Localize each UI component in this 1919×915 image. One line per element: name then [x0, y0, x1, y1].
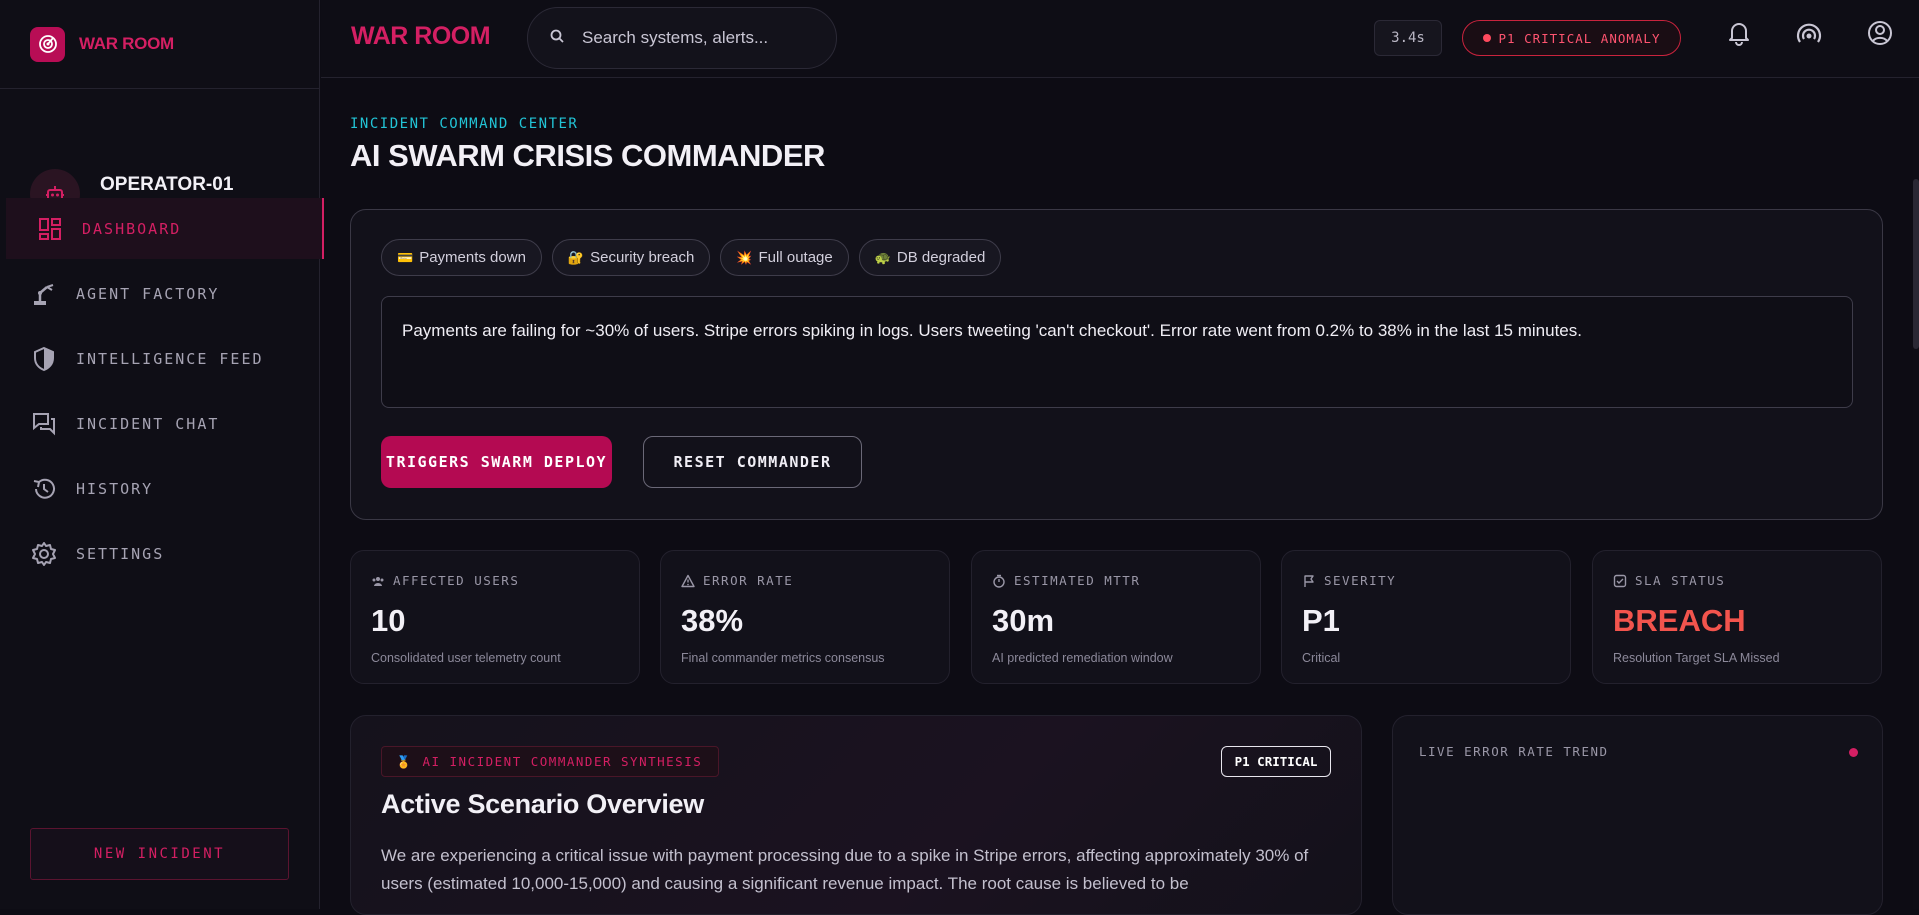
sidebar: WAR ROOM OPERATOR-01 SYSTEM ADMIN DASHBO…: [0, 0, 324, 909]
page-eyebrow: INCIDENT COMMAND CENTER: [350, 116, 579, 132]
synthesis-body: We are experiencing a critical issue wit…: [381, 846, 1309, 893]
search-placeholder: Search systems, alerts...: [582, 28, 769, 47]
live-indicator-icon: [1849, 748, 1858, 757]
stat-card-affected-users: AFFECTED USERS 10 Consolidated user tele…: [350, 550, 640, 684]
sidebar-item-label: SETTINGS: [76, 544, 165, 563]
critical-anomaly-label: P1 CRITICAL ANOMALY: [1498, 30, 1661, 46]
sidebar-item-label: INCIDENT CHAT: [76, 414, 220, 433]
incident-input-card: 💳 Payments down 🔐 Security breach 💥 Full…: [350, 209, 1883, 520]
search-icon: [550, 29, 564, 48]
stat-card-severity: SEVERITY P1 Critical: [1281, 550, 1571, 684]
stat-label: SEVERITY: [1324, 573, 1397, 588]
shield-icon: [30, 345, 58, 373]
broadcast-icon[interactable]: [1794, 18, 1824, 48]
account-icon[interactable]: [1865, 18, 1895, 48]
stat-value: 10: [371, 603, 406, 638]
brand-name: WAR ROOM: [79, 34, 174, 53]
operator-name: OPERATOR-01: [100, 173, 234, 195]
stat-card-error-rate: ERROR RATE 38% Final commander metrics c…: [660, 550, 950, 684]
sidebar-item-intelligence-feed[interactable]: INTELLIGENCE FEED: [0, 328, 320, 389]
chip-label: Security breach: [590, 249, 695, 266]
stat-subtext: Resolution Target SLA Missed: [1613, 651, 1780, 665]
live-error-rate-trend-card: LIVE ERROR RATE TREND: [1392, 715, 1883, 915]
stat-label: AFFECTED USERS: [393, 573, 520, 588]
synthesis-title: Active Scenario Overview: [381, 789, 704, 819]
warning-icon: [681, 574, 695, 588]
search-input[interactable]: Search systems, alerts...: [527, 7, 837, 69]
incident-description-textarea[interactable]: Payments are failing for ~30% of users. …: [381, 296, 1853, 408]
synthesis-tag: 🏅 AI INCIDENT COMMANDER SYNTHESIS: [381, 746, 720, 777]
sidebar-item-label: INTELLIGENCE FEED: [76, 349, 264, 368]
stat-value: BREACH: [1613, 603, 1746, 638]
sidebar-nav: DASHBOARD AGENT FACTORY INTELLIGENCE FEE…: [0, 198, 324, 588]
stat-value: 30m: [992, 603, 1055, 638]
medal-icon: 🏅: [396, 754, 413, 769]
lock-icon: 🔐: [567, 249, 585, 265]
stat-subtext: Consolidated user telemetry count: [371, 651, 561, 665]
flag-icon: [1302, 574, 1316, 588]
trend-label: LIVE ERROR RATE TREND: [1419, 744, 1609, 759]
chip-full-outage[interactable]: 💥 Full outage: [720, 239, 849, 276]
users-icon: [371, 574, 385, 588]
p1-critical-badge: P1 CRITICAL: [1221, 746, 1331, 777]
turtle-icon: 🐢: [874, 249, 891, 265]
chip-payments-down[interactable]: 💳 Payments down: [381, 239, 542, 276]
history-icon: [30, 475, 58, 503]
radar-logo-icon: [30, 26, 65, 62]
sidebar-item-label: HISTORY: [76, 479, 154, 498]
sidebar-item-label: AGENT FACTORY: [76, 284, 220, 303]
main-content: INCIDENT COMMAND CENTER AI SWARM CRISIS …: [321, 79, 1919, 915]
stat-subtext: Critical: [1302, 651, 1341, 665]
stat-value: 38%: [681, 603, 744, 638]
scenario-chips: 💳 Payments down 🔐 Security breach 💥 Full…: [381, 239, 1002, 276]
response-timer: 3.4s: [1374, 20, 1442, 56]
timer-icon: [992, 574, 1006, 588]
sidebar-item-label: DASHBOARD: [82, 219, 182, 238]
stat-label: ESTIMATED MTTR: [1014, 573, 1141, 588]
sidebar-item-dashboard[interactable]: DASHBOARD: [6, 198, 324, 259]
chip-label: Full outage: [758, 249, 833, 266]
stat-label: ERROR RATE: [703, 573, 794, 588]
sidebar-item-settings[interactable]: SETTINGS: [0, 523, 320, 584]
sidebar-item-agent-factory[interactable]: AGENT FACTORY: [0, 263, 320, 324]
header-title: WAR ROOM: [351, 22, 491, 50]
chip-db-degraded[interactable]: 🐢 DB degraded: [858, 239, 1002, 276]
stat-label: SLA STATUS: [1635, 573, 1726, 588]
sidebar-item-history[interactable]: HISTORY: [0, 458, 320, 519]
robot-arm-icon: [30, 280, 58, 308]
stat-card-sla-status: SLA STATUS BREACH Resolution Target SLA …: [1592, 550, 1882, 684]
sidebar-item-incident-chat[interactable]: INCIDENT CHAT: [0, 393, 320, 454]
stat-card-estimated-mttr: ESTIMATED MTTR 30m AI predicted remediat…: [971, 550, 1261, 684]
bell-icon[interactable]: [1724, 18, 1754, 48]
synthesis-tag-label: AI INCIDENT COMMANDER SYNTHESIS: [422, 754, 703, 769]
reset-commander-button[interactable]: RESET COMMANDER: [643, 436, 862, 488]
chat-icon: [30, 410, 58, 438]
new-incident-button[interactable]: NEW INCIDENT: [30, 828, 289, 880]
top-bar: WAR ROOM Search systems, alerts... 3.4s …: [321, 0, 1919, 78]
page-title: AI SWARM CRISIS COMMANDER: [350, 138, 825, 173]
critical-anomaly-badge[interactable]: P1 CRITICAL ANOMALY: [1462, 20, 1681, 56]
chip-label: Payments down: [419, 249, 526, 266]
status-dot-icon: [1482, 34, 1491, 42]
credit-card-icon: 💳: [397, 249, 414, 265]
dashboard-icon: [36, 215, 64, 243]
explosion-icon: 💥: [736, 249, 753, 265]
scrollbar-thumb[interactable]: [1913, 179, 1919, 349]
commander-synthesis-card: 🏅 AI INCIDENT COMMANDER SYNTHESIS P1 CRI…: [350, 715, 1362, 915]
stat-subtext: AI predicted remediation window: [992, 651, 1173, 665]
stat-subtext: Final commander metrics consensus: [681, 651, 885, 665]
chip-label: DB degraded: [896, 249, 986, 266]
checkbox-icon: [1613, 574, 1627, 588]
trigger-swarm-deploy-button[interactable]: TRIGGERS SWARM DEPLOY: [381, 436, 612, 488]
page-scrollbar[interactable]: [1913, 79, 1919, 909]
chip-security-breach[interactable]: 🔐 Security breach: [551, 239, 711, 276]
brand: WAR ROOM: [0, 0, 319, 89]
gear-icon: [30, 540, 58, 568]
stat-value: P1: [1302, 603, 1340, 638]
